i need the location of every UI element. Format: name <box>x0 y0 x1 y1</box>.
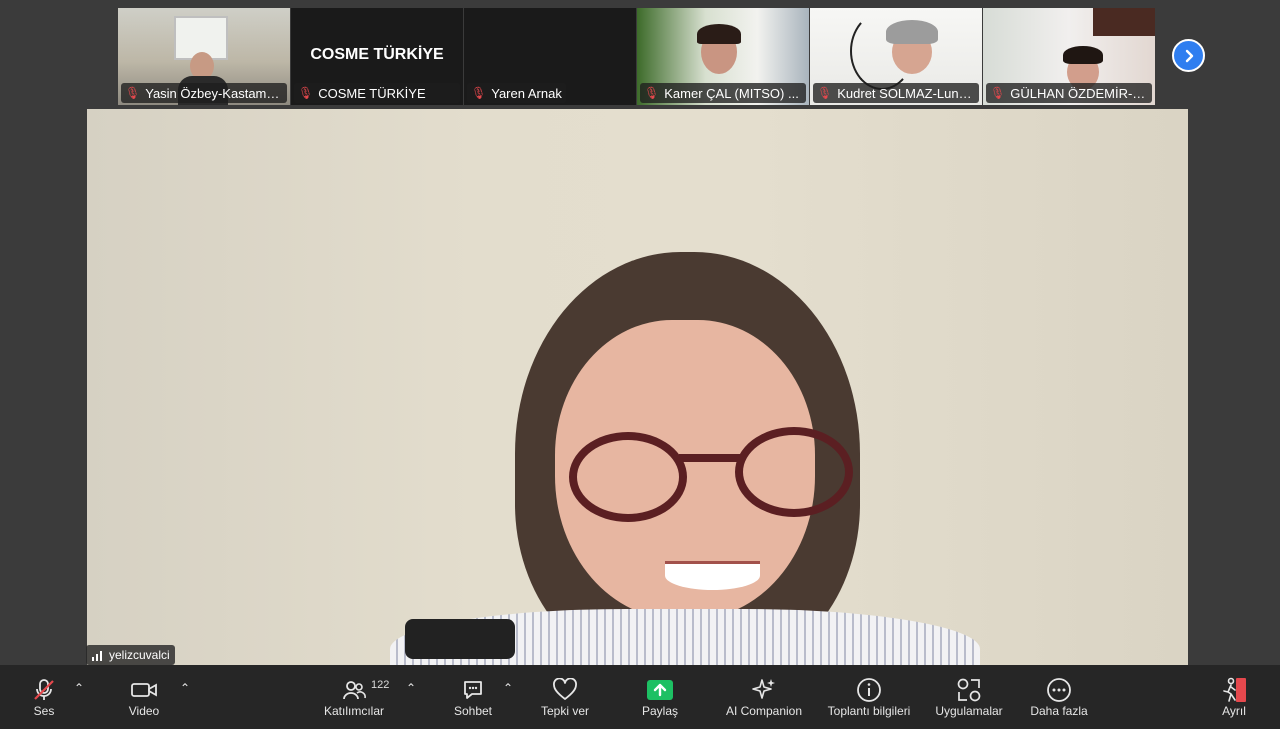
participant-name-label: 🎙 Kudret SOLMAZ-Luna... <box>813 83 979 103</box>
audio-button[interactable]: Ses <box>24 665 64 729</box>
video-button[interactable]: Video <box>122 665 166 729</box>
chat-button[interactable]: Sohbet <box>450 665 496 729</box>
more-options-icon <box>1047 678 1071 702</box>
apps-button[interactable]: Uygulamalar <box>930 665 1008 729</box>
mic-muted-icon: 🎙 <box>990 86 1006 100</box>
speaker-smile <box>665 561 760 590</box>
participants-button[interactable]: Katılımcılar <box>318 665 390 729</box>
participant-tile[interactable]: 🎙 Kudret SOLMAZ-Luna... <box>810 8 982 105</box>
chat-options-caret[interactable]: ⌃ <box>503 681 513 695</box>
share-screen-icon <box>647 680 673 700</box>
participant-tile[interactable]: 🎙 Yaren Arnak <box>464 8 636 105</box>
signal-strength-icon <box>92 651 102 661</box>
participant-tile[interactable]: COSME TÜRKİYE 🎙 COSME TÜRKİYE <box>291 8 463 105</box>
participant-tile[interactable]: 🎙 Yasin Özbey-Kastamo... <box>118 8 290 105</box>
video-options-caret[interactable]: ⌃ <box>180 681 190 695</box>
speaker-glasses-left <box>569 432 687 522</box>
participant-hair <box>886 20 938 44</box>
ai-companion-button[interactable]: AI Companion <box>722 665 806 729</box>
leave-button[interactable]: Ayrıl <box>1214 665 1254 729</box>
participant-tile[interactable]: 🎙 GÜLHAN ÖZDEMİR-İş... <box>983 8 1155 105</box>
participant-name-label: 🎙 Kamer ÇAL (MITSO) ... <box>640 83 806 103</box>
participant-name-label: 🎙 COSME TÜRKİYE <box>294 83 460 103</box>
chat-icon <box>464 681 482 699</box>
mic-muted-icon: 🎙 <box>298 86 314 100</box>
participants-count: 122 <box>371 679 390 691</box>
audio-options-caret[interactable]: ⌃ <box>74 681 84 695</box>
speaker-glasses-right <box>735 427 853 517</box>
leave-exit-icon <box>1223 677 1246 702</box>
participant-tile[interactable]: 🎙 Kamer ÇAL (MITSO) ... <box>637 8 809 105</box>
mic-muted-icon: 🎙 <box>817 86 833 100</box>
participant-display-title: COSME TÜRKİYE <box>310 46 444 63</box>
mic-muted-icon <box>34 679 54 700</box>
participant-name-label: 🎙 Yaren Arnak <box>467 83 566 103</box>
participants-icon <box>343 681 366 700</box>
info-icon <box>857 678 881 702</box>
more-button[interactable]: Daha fazla <box>1026 665 1092 729</box>
speaker-name-chip: yelizcuvalci <box>86 645 175 665</box>
mic-muted-icon: 🎙 <box>125 86 141 100</box>
participant-name-label: 🎙 GÜLHAN ÖZDEMİR-İş... <box>986 83 1152 103</box>
participant-hair <box>697 24 741 44</box>
chevron-right-icon <box>1185 49 1193 62</box>
next-page-button[interactable] <box>1172 39 1205 72</box>
participants-options-caret[interactable]: ⌃ <box>406 681 416 695</box>
video-camera-icon <box>131 683 157 697</box>
mic-muted-icon: 🎙 <box>644 86 660 100</box>
share-button[interactable]: Paylaş <box>638 665 682 729</box>
participant-strip: 🎙 Yasin Özbey-Kastamo... COSME TÜRKİYE 🎙 C… <box>118 8 1156 105</box>
main-video <box>87 109 1188 665</box>
participant-name-label: 🎙 Yasin Özbey-Kastamo... <box>121 83 287 103</box>
chair <box>405 619 515 659</box>
apps-icon <box>957 678 981 702</box>
glasses-bridge <box>679 454 741 462</box>
heart-icon <box>553 678 577 700</box>
participant-hair <box>1063 46 1103 64</box>
wall-art <box>1093 8 1155 36</box>
mic-muted-icon: 🎙 <box>471 86 487 100</box>
meeting-toolbar: Ses ⌃ Video ⌃ Katılımcılar 122 ⌃ Sohbet … <box>0 665 1280 729</box>
react-button[interactable]: Tepki ver <box>536 665 594 729</box>
meeting-info-button[interactable]: Toplantı bilgileri <box>822 665 916 729</box>
sparkle-icon <box>752 679 775 699</box>
